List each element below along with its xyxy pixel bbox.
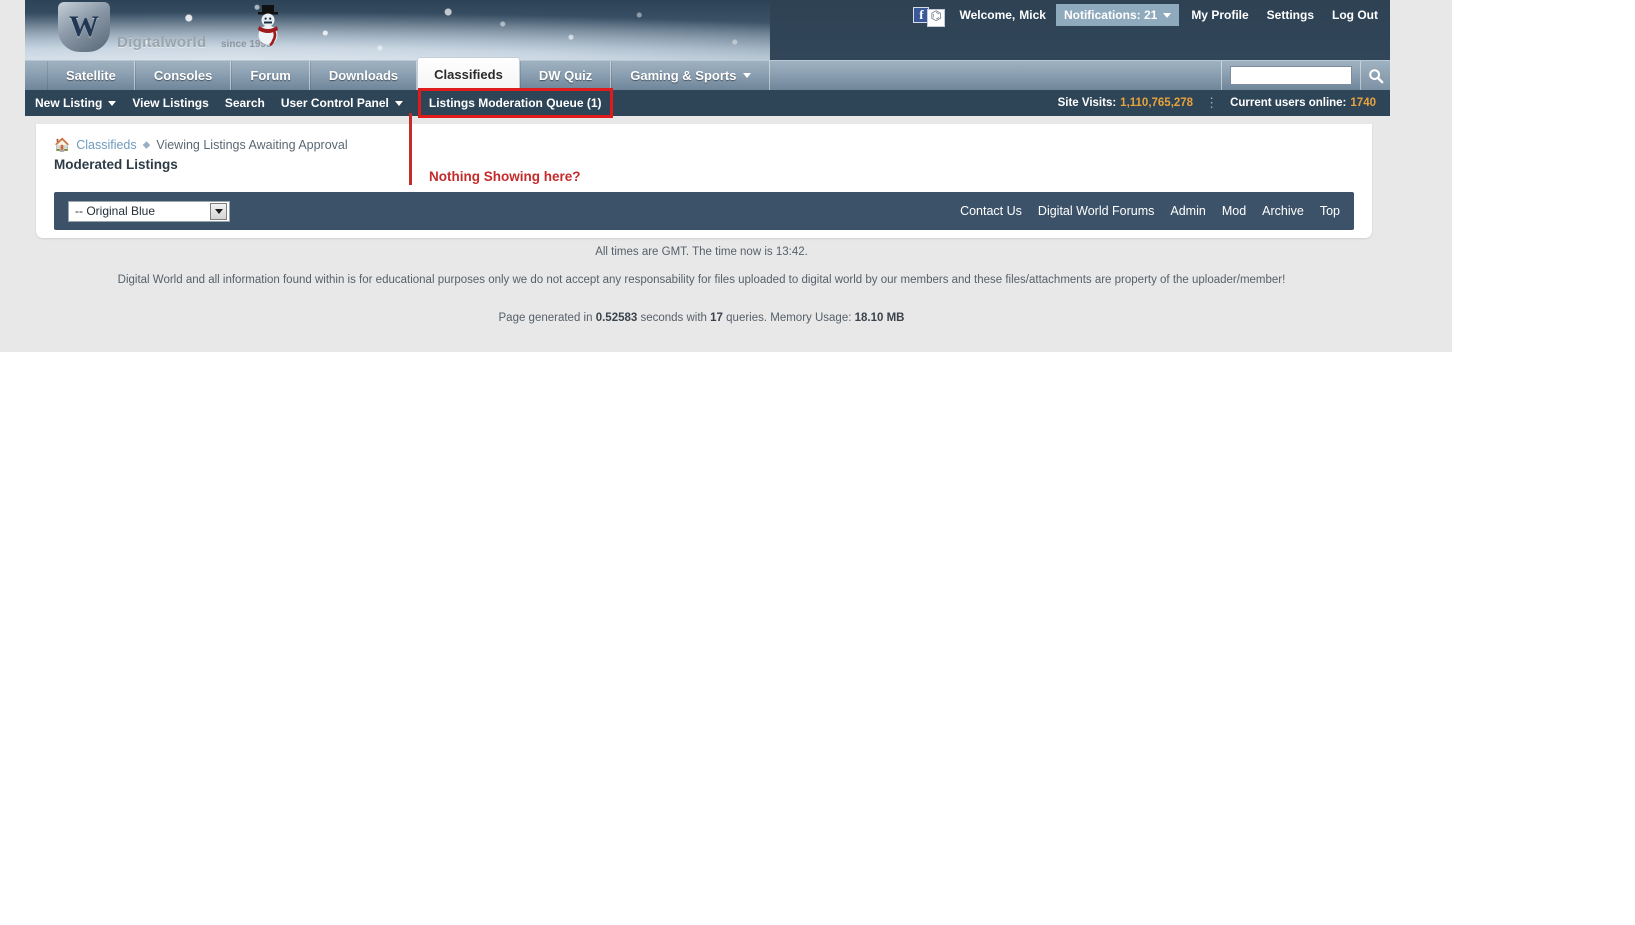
annotation-text: Nothing Showing here? [429, 169, 581, 184]
footer-link-contact-us[interactable]: Contact Us [960, 204, 1022, 218]
subnav-label: Listings Moderation Queue (1) [428, 96, 602, 110]
gen-mid2: queries. Memory Usage: [722, 312, 855, 324]
search-icon [1368, 68, 1383, 83]
sub-nav: New Listing View Listings Search User Co… [25, 88, 1390, 118]
username-label: Mick [1019, 8, 1046, 22]
tab-label: Satellite [66, 68, 116, 83]
tab-classifieds[interactable]: Classifieds [417, 57, 520, 90]
rss-icon[interactable] [927, 8, 946, 27]
subnav-item-view-listings[interactable]: View Listings [132, 96, 208, 110]
log-out-link[interactable]: Log Out [1332, 8, 1378, 22]
users-online-value: 1740 [1350, 97, 1376, 109]
breadcrumb: 🏠 Classifieds ⬥ Viewing Listings Awaitin… [36, 124, 1372, 153]
user-bar: f Welcome, Mick Notifications: 21 My Pro… [913, 0, 1390, 30]
tab-satellite[interactable]: Satellite [47, 61, 135, 90]
site-logo-shield[interactable]: W [58, 2, 110, 52]
legal-block: All times are GMT. The time now is 13:42… [0, 246, 1403, 324]
my-profile-link[interactable]: My Profile [1191, 8, 1248, 22]
tab-label: Forum [250, 68, 291, 83]
footer-links: Contact Us Digital World Forums Admin Mo… [960, 204, 1340, 218]
tab-dw-quiz[interactable]: DW Quiz [519, 61, 612, 90]
breadcrumb-separator: ⬥ [142, 138, 151, 151]
tab-label: Downloads [328, 68, 399, 83]
footer-link-mod[interactable]: Mod [1222, 204, 1246, 218]
subnav-label: View Listings [132, 96, 209, 110]
site-visits-value: 1,110,765,278 [1120, 97, 1194, 109]
home-icon[interactable]: 🏠 [54, 137, 70, 153]
style-chooser-value: -- Original Blue [75, 204, 156, 218]
nav-search-area [1221, 60, 1390, 91]
gen-queries: 17 [710, 312, 723, 324]
subnav-label: Search [224, 96, 265, 110]
gen-mid: seconds with [637, 312, 711, 324]
server-time-text: All times are GMT. The time now is 13:42… [595, 246, 808, 258]
site-visits-label: Site Visits: [1057, 97, 1117, 109]
tab-label: Gaming & Sports [630, 68, 737, 83]
notifications-button[interactable]: Notifications: 21 [1055, 4, 1180, 26]
notifications-label: Notifications: 21 [1063, 8, 1158, 22]
chevron-down-icon [1163, 12, 1172, 18]
style-chooser-select[interactable]: -- Original Blue [68, 200, 230, 222]
subnav-item-listings-moderation-queue[interactable]: Listings Moderation Queue (1) [417, 88, 613, 118]
main-nav: Satellite Consoles Forum Downloads Class… [25, 57, 1390, 91]
subnav-label: New Listing [35, 96, 103, 110]
breadcrumb-current: Viewing Listings Awaiting Approval [156, 138, 348, 152]
chevron-down-icon [743, 73, 752, 78]
chevron-down-icon[interactable] [210, 202, 227, 220]
footer-link-top[interactable]: Top [1320, 204, 1340, 218]
annotation-line [409, 113, 412, 185]
tab-label: Consoles [153, 68, 213, 83]
tab-label: Classifieds [434, 66, 503, 82]
subnav-item-search[interactable]: Search [225, 96, 265, 110]
logo-shield-letter: W [69, 10, 99, 43]
site-logo-text: Digitalworld [117, 34, 207, 51]
chevron-down-icon [108, 100, 117, 106]
screenshot-root: W Digitalworld since 1999 f Welco [0, 0, 1635, 925]
gen-prefix: Page generated in [498, 312, 596, 324]
page-generation-text: Page generated in 0.52583 seconds with 1… [0, 312, 1403, 324]
tab-downloads[interactable]: Downloads [309, 61, 418, 90]
subnav-item-new-listing[interactable]: New Listing [35, 96, 117, 110]
page-title: Moderated Listings [54, 157, 178, 172]
gen-memory: 18.10 MB [854, 312, 905, 324]
settings-link[interactable]: Settings [1267, 8, 1314, 22]
stats-separator: ⋮ [1205, 95, 1219, 110]
breadcrumb-link-classifieds[interactable]: Classifieds [76, 138, 136, 152]
subnav-item-user-control-panel[interactable]: User Control Panel [281, 96, 403, 110]
site-stats: Site Visits: 1,110,765,278 ⋮ Current use… [1058, 95, 1390, 111]
footer-link-digital-world-forums[interactable]: Digital World Forums [1038, 204, 1154, 218]
subnav-label: User Control Panel [280, 96, 389, 110]
chevron-down-icon [394, 100, 403, 106]
snowman-icon [258, 5, 278, 47]
footer-link-archive[interactable]: Archive [1262, 204, 1304, 218]
welcome-label: Welcome, [959, 8, 1016, 22]
tab-consoles[interactable]: Consoles [134, 61, 232, 90]
footer-strip: -- Original Blue Contact Us Digital Worl… [54, 192, 1354, 230]
search-input[interactable] [1230, 66, 1352, 85]
tab-forum[interactable]: Forum [231, 61, 310, 90]
users-online-label: Current users online: [1230, 97, 1347, 109]
social-icons: f [913, 4, 946, 27]
nav-left-gutter [25, 61, 47, 90]
tab-gaming-sports[interactable]: Gaming & Sports [611, 61, 771, 90]
gen-seconds: 0.52583 [595, 312, 638, 324]
search-button[interactable] [1360, 60, 1390, 91]
disclaimer-text: Digital World and all information found … [117, 274, 1286, 286]
tab-label: DW Quiz [538, 68, 593, 83]
banner-left-gutter [0, 0, 25, 60]
footer-link-admin[interactable]: Admin [1170, 204, 1205, 218]
